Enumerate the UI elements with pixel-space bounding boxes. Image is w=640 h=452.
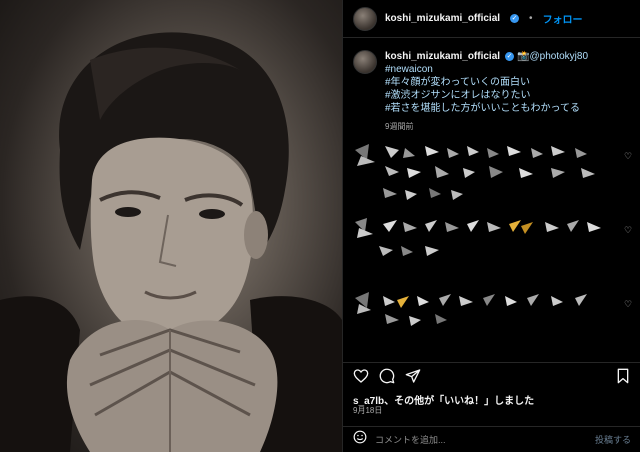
hashtag-4[interactable]: #若さを堪能した方がいいこともわかってる <box>385 102 588 115</box>
comment-like-heart-icon[interactable]: ♡ <box>624 300 633 309</box>
caption-body: koshi_mizukami_official ✓ 📸@photokyj80 #… <box>385 50 588 133</box>
post-date: 9月18日 <box>353 406 383 415</box>
comment-obscured: ♡ <box>343 142 640 216</box>
hashtag-2[interactable]: #年々顔が変わっていくの面白い <box>385 76 588 89</box>
caption: koshi_mizukami_official ✓ 📸@photokyj80 #… <box>343 38 640 133</box>
comment-obscured: ♡ <box>343 216 640 290</box>
comment-icon[interactable] <box>379 368 395 384</box>
instagram-post: koshi_mizukami_official ✓ • フォロー koshi_m… <box>0 0 640 452</box>
smiley-icon[interactable] <box>353 430 367 449</box>
action-bar <box>343 362 640 388</box>
verified-badge-icon: ✓ <box>505 52 515 61</box>
verified-badge-icon: ✓ <box>510 14 520 23</box>
comments-list: ♡ ♡ ♡ <box>343 142 640 362</box>
caption-time: 9週間前 <box>385 122 414 131</box>
hashtag-3[interactable]: #激渋オジサンにオレはなりたい <box>385 89 588 102</box>
caption-username[interactable]: koshi_mizukami_official <box>385 50 500 63</box>
post-sidebar: koshi_mizukami_official ✓ • フォロー koshi_m… <box>342 0 640 452</box>
follow-button[interactable]: フォロー <box>543 11 583 26</box>
heart-icon[interactable] <box>353 368 369 384</box>
comment-like-heart-icon[interactable]: ♡ <box>624 226 633 235</box>
separator-dot: • <box>529 13 533 24</box>
caption-avatar[interactable] <box>353 50 377 74</box>
header-username[interactable]: koshi_mizukami_official <box>385 13 500 24</box>
paper-plane-icon[interactable] <box>405 368 421 384</box>
portrait-illustration <box>0 32 342 452</box>
avatar[interactable] <box>353 6 377 31</box>
comment-like-heart-icon[interactable]: ♡ <box>624 152 633 161</box>
add-comment-bar: 投稿する <box>343 426 640 452</box>
photographer-mention[interactable]: 📸@photokyj80 <box>517 50 588 63</box>
mosaic-pattern <box>355 292 587 326</box>
post-comment-button[interactable]: 投稿する <box>595 433 631 446</box>
post-photo[interactable] <box>0 0 342 452</box>
post-header: koshi_mizukami_official ✓ • フォロー <box>343 0 640 38</box>
comment-obscured: ♡ <box>343 290 640 362</box>
comment-input[interactable] <box>375 434 587 445</box>
hashtag-1[interactable]: #newaicon <box>385 63 588 76</box>
mosaic-pattern <box>355 144 595 200</box>
bookmark-icon[interactable] <box>615 368 631 384</box>
caption-first-line: koshi_mizukami_official ✓ 📸@photokyj80 <box>385 50 588 63</box>
mosaic-pattern <box>355 218 601 256</box>
